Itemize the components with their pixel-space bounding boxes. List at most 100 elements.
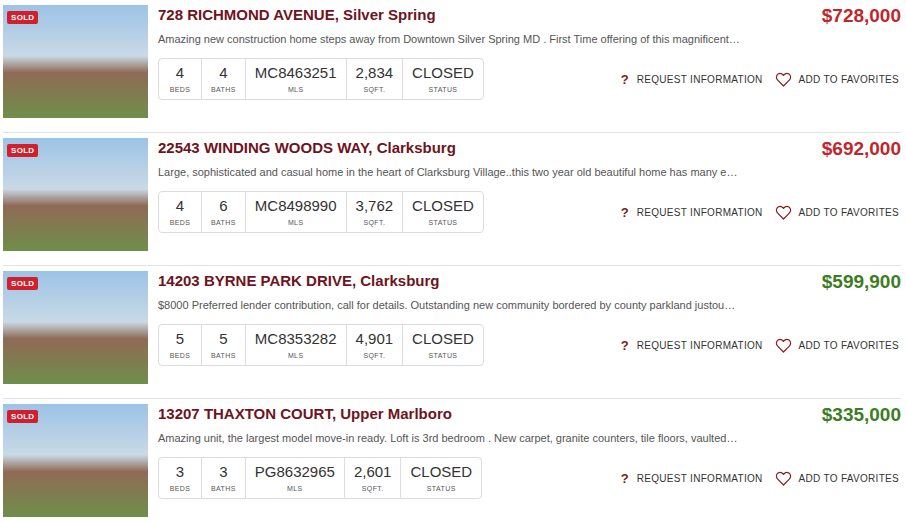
stat-value: 3 [176,463,184,481]
stat-value: 6 [219,197,227,215]
sold-badge: SOLD [7,410,38,423]
stat-cell: 3,762 SQFT. [346,192,403,232]
listing-row[interactable]: SOLD 22543 WINDING WOODS WAY, Clarksburg $… [3,133,901,266]
stat-label: MLS [288,86,304,93]
stat-label: SQFT. [363,219,385,226]
listing-row[interactable]: SOLD 14203 BYRNE PARK DRIVE, Clarksburg $5… [3,266,901,399]
stat-value: CLOSED [410,463,472,481]
stat-cell: 3 BEDS [159,458,201,498]
heart-icon [775,205,792,220]
stat-label: BATHS [211,352,236,359]
stats-box: 4BEDS 6 BATHS MC8498990 MLS 3,762 SQFT. CLOSED S… [158,191,484,233]
stat-value: MC8353282 [255,330,337,348]
listing-list: SOLD 728 RICHMOND AVENUE, Silver Spring $7… [0,0,906,522]
request-info-button[interactable]: ?REQUEST INFORMATION [620,471,763,486]
stat-value: MC8463251 [255,64,337,82]
stats-box: 3 BEDS 3 BATHS PG8632965 MLS 2,601 SQFT. CLOSED S… [158,457,482,499]
stat-cell: 4BEDS [159,192,201,232]
stat-label: STATUS [428,219,457,226]
stat-value: MC8498990 [255,197,337,215]
stat-cell: 4,901 SQFT. [346,325,403,365]
stat-label: SQFT. [363,86,385,93]
listing-photo[interactable]: SOLD [3,271,148,384]
sold-badge: SOLD [7,277,38,290]
favorite-button[interactable]: ADD TO FAVORITES [775,72,899,87]
stat-label: SQFT. [363,352,385,359]
stat-value: PG8632965 [255,463,335,481]
listing-description: Amazing unit, the largest model move-in … [158,432,901,444]
stat-label: SQFT. [362,485,384,492]
listing-price: $692,000 [822,138,901,160]
stat-value: 2,601 [354,463,392,481]
stat-value: 4 [219,64,227,82]
stat-label: MLS [288,352,304,359]
sold-badge: SOLD [7,144,38,157]
stat-cell: MC8498990 MLS [245,192,346,232]
stat-label: MLS [287,485,303,492]
stat-cell: MC8353282 MLS [245,325,346,365]
stat-cell: CLOSED STATUS [402,325,483,365]
stats-box: 4 BEDS 4 BATHS MC8463251 MLS 2,834 SQFT. CLOSED S… [158,58,484,100]
stat-label: STATUS [428,352,457,359]
listing-description: Amazing new construction home steps away… [158,33,901,45]
stat-label: STATUS [427,485,456,492]
stat-value: 3 [219,463,227,481]
stat-value: CLOSED [412,64,474,82]
question-icon: ? [620,205,630,220]
stat-value: CLOSED [412,197,474,215]
listing-description: $8000 Preferred lender contribution, cal… [158,299,901,311]
heart-icon [775,72,792,87]
listing-price: $599,900 [822,271,901,293]
stat-cell: CLOSED STATUS [402,59,483,99]
heart-icon [775,471,792,486]
stat-label: MLS [288,219,304,226]
listing-photo[interactable]: SOLD [3,138,148,251]
stat-label: BEDS [170,485,191,492]
stat-cell: 4 BATHS [201,59,245,99]
favorite-button[interactable]: ADD TO FAVORITES [775,471,899,486]
request-info-button[interactable]: ?REQUEST INFORMATION [620,205,763,220]
stat-value: 3,762 [356,197,394,215]
sold-badge: SOLD [7,11,38,24]
listing-title[interactable]: 22543 WINDING WOODS WAY, Clarksburg [158,139,456,156]
stat-label: STATUS [428,86,457,93]
question-icon: ? [620,338,630,353]
stat-value: CLOSED [412,330,474,348]
stats-box: 5 BEDS 5 BATHS MC8353282 MLS 4,901 SQFT. CLOSED S… [158,324,484,366]
listing-description: Large, sophisticated and casual home in … [158,166,901,178]
stat-value: 2,834 [356,64,394,82]
stat-cell: CLOSED STATUS [402,192,483,232]
stat-cell: MC8463251 MLS [245,59,346,99]
stat-cell: 5 BEDS [159,325,201,365]
listing-title[interactable]: 728 RICHMOND AVENUE, Silver Spring [158,6,436,23]
listing-photo[interactable]: SOLD [3,404,148,517]
request-info-button[interactable]: ?REQUEST INFORMATION [620,72,763,87]
stat-label: BEDS [170,352,191,359]
stat-value: 4,901 [356,330,394,348]
stat-label: BATHS [211,485,236,492]
favorite-button[interactable]: ADD TO FAVORITES [775,338,899,353]
listing-row[interactable]: SOLD 728 RICHMOND AVENUE, Silver Spring $7… [3,0,901,133]
stat-cell: 3 BATHS [201,458,245,498]
listing-price: $728,000 [822,5,901,27]
favorite-button[interactable]: ADD TO FAVORITES [775,205,899,220]
stat-label: BEDS [170,86,191,93]
stat-cell: 6 BATHS [201,192,245,232]
stat-cell: 2,834 SQFT. [346,59,403,99]
stat-value: 4 [176,64,184,82]
stat-value: 5 [219,330,227,348]
stat-value: 5 [176,330,184,348]
stat-label: BATHS [211,86,236,93]
heart-icon [775,338,792,353]
request-info-button[interactable]: ?REQUEST INFORMATION [620,338,763,353]
listing-row[interactable]: SOLD 13207 THAXTON COURT, Upper Marlboro $… [3,399,901,522]
stat-cell: 4 BEDS [159,59,201,99]
stat-cell: 5 BATHS [201,325,245,365]
listing-photo[interactable]: SOLD [3,5,148,118]
stat-label: BEDS [170,219,191,226]
question-icon: ? [620,471,630,486]
listing-title[interactable]: 14203 BYRNE PARK DRIVE, Clarksburg [158,272,439,289]
listing-title[interactable]: 13207 THAXTON COURT, Upper Marlboro [158,405,452,422]
stat-label: BATHS [211,219,236,226]
listing-price: $335,000 [822,404,901,426]
